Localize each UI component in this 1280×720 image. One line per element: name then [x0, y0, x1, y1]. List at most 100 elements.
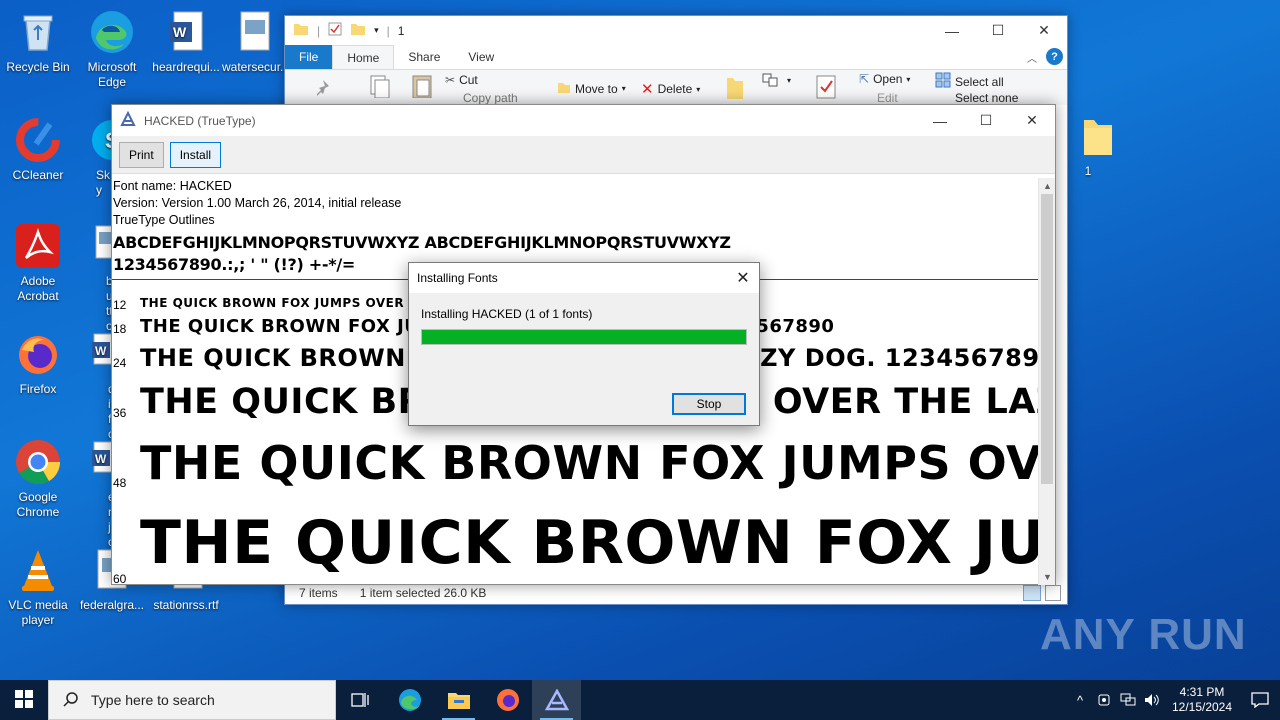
notification-icon[interactable]	[1240, 680, 1280, 720]
scroll-up-icon[interactable]: ▲	[1039, 178, 1056, 194]
large-icons-view-icon[interactable]	[1045, 585, 1061, 601]
clock[interactable]: 4:31 PM 12/15/2024	[1164, 685, 1240, 715]
anyrun-watermark: ANY RUN	[1040, 610, 1247, 660]
vlc-icon	[14, 546, 62, 594]
folder-icon	[1064, 112, 1112, 160]
chevron-down-icon: ▾	[621, 84, 626, 93]
select-none-button[interactable]: Select none	[935, 92, 1018, 104]
select-all-button[interactable]: Select all	[935, 72, 1004, 91]
details-view-icon[interactable]	[1023, 585, 1041, 601]
chevron-down-icon[interactable]: ▾	[374, 25, 379, 36]
font-version: Version: Version 1.00 March 26, 2014, in…	[113, 196, 402, 210]
desktop-icon-ccleaner[interactable]: CCleaner	[0, 116, 76, 183]
size-label: 18	[113, 322, 127, 336]
clock-date: 12/15/2024	[1171, 700, 1233, 714]
move-to-button[interactable]: Move to ▾	[557, 80, 626, 97]
stop-button[interactable]: Stop	[672, 393, 746, 415]
taskbar: Type here to search ^ 4:31 PM 12/15/2024	[0, 680, 1280, 720]
copy-path-button[interactable]: Copy path	[445, 92, 518, 104]
pin-icon[interactable]	[313, 78, 333, 98]
new-item-icon[interactable]: ▾	[761, 72, 791, 88]
progress-fill	[422, 330, 746, 344]
print-button[interactable]: Print	[119, 141, 164, 168]
sample-text: THE QUICK BROWN FOX JUMPS OVER THE LAZY …	[140, 508, 1040, 578]
chevron-up-icon[interactable]: ︿	[1027, 50, 1037, 65]
task-view-icon[interactable]	[336, 680, 385, 720]
close-icon[interactable]: ✕	[1009, 105, 1055, 136]
maximize-icon[interactable]: ☐	[963, 105, 1009, 136]
desktop-icon-google-chrome[interactable]: Google Chrome	[0, 438, 76, 520]
delete-button[interactable]: ✕ Delete ▾	[641, 80, 700, 98]
vertical-scrollbar[interactable]: ▲ ▼	[1038, 178, 1055, 585]
tab-home[interactable]: Home	[332, 45, 395, 69]
properties-icon[interactable]	[815, 74, 839, 100]
font-viewer-icon[interactable]	[532, 680, 581, 720]
desktop-icon-adobe-acrobat[interactable]: Adobe Acrobat	[0, 222, 76, 304]
svg-text:W: W	[95, 344, 107, 358]
font-viewer-icon	[120, 110, 136, 130]
sample-text: THE QUICK BROWN FOX JUMPS OVER THE LAZY …	[140, 436, 1040, 490]
desktop-icon-heardrequi[interactable]: W heardrequi...	[148, 8, 224, 75]
new-folder-icon[interactable]	[350, 22, 366, 39]
svg-text:W: W	[173, 24, 187, 40]
firefox-icon[interactable]	[483, 680, 532, 720]
scroll-down-icon[interactable]: ▼	[1039, 569, 1056, 585]
tab-file[interactable]: File	[285, 45, 333, 69]
ribbon-home: ✂ Cut Copy path Move to ▾ ✕ Delete ▾ ▾ ⇱ Open…	[285, 69, 1067, 105]
recycle-bin-icon	[14, 8, 62, 56]
install-button[interactable]: Install	[169, 141, 222, 168]
desktop-icon-recycle-bin[interactable]: Recycle Bin	[0, 8, 76, 75]
desktop-icon-skype[interactable]: S Sky	[74, 116, 114, 198]
delete-x-icon: ✕	[641, 81, 654, 98]
file-explorer-icon[interactable]	[434, 680, 483, 720]
selection-info: 1 item selected 26.0 KB	[359, 586, 487, 600]
open-button[interactable]: ⇱ Open ▾	[859, 72, 910, 86]
maximize-icon[interactable]: ☐	[975, 16, 1021, 45]
size-label: 60	[113, 572, 127, 585]
size-label: 24	[113, 356, 127, 370]
open-icon: ⇱	[859, 72, 870, 86]
chevron-down-icon: ▾	[696, 84, 701, 94]
cut-button[interactable]: ✂ Cut	[445, 73, 478, 87]
install-message: Installing HACKED (1 of 1 fonts)	[421, 307, 593, 321]
volume-icon[interactable]	[1140, 680, 1164, 720]
chevron-up-icon[interactable]: ^	[1068, 680, 1092, 720]
scissors-icon: ✂	[445, 73, 456, 87]
close-icon[interactable]: ✕	[727, 263, 759, 293]
scrollbar-thumb[interactable]	[1041, 194, 1053, 484]
desktop-icon-vlc[interactable]: VLC media player	[0, 546, 76, 628]
desktop-icon-microsoft-edge[interactable]: Microsoft Edge	[74, 8, 150, 90]
chevron-down-icon: ▾	[787, 75, 792, 85]
svg-text:W: W	[95, 452, 107, 466]
firefox-icon	[14, 330, 62, 378]
quick-access-toolbar: | ▾ | 1	[293, 22, 404, 39]
system-tray: ^ 4:31 PM 12/15/2024	[1068, 680, 1280, 720]
network-icon[interactable]	[1116, 680, 1140, 720]
security-icon[interactable]	[1092, 680, 1116, 720]
minimize-icon[interactable]: —	[929, 16, 975, 45]
properties-icon[interactable]	[328, 22, 342, 39]
desktop-icon-watersecur[interactable]: watersecur...	[222, 8, 284, 75]
start-button[interactable]	[0, 680, 48, 720]
paste-icon[interactable]	[411, 72, 433, 98]
minimize-icon[interactable]: —	[917, 105, 963, 136]
tab-view[interactable]: View	[454, 45, 508, 69]
new-folder-icon[interactable]	[725, 74, 745, 100]
alphabet-sample: ABCDEFGHIJKLMNOPQRSTUVWXYZ ABCDEFGHIJKLM…	[113, 233, 731, 252]
edge-icon[interactable]	[385, 680, 434, 720]
taskbar-search-box[interactable]: Type here to search	[48, 680, 336, 720]
desktop-icon-firefox[interactable]: Firefox	[0, 330, 76, 397]
search-placeholder: Type here to search	[91, 692, 215, 708]
tab-share[interactable]: Share	[394, 45, 454, 69]
font-viewer-toolbar: Print Install	[112, 136, 1055, 174]
edit-button[interactable]: Edit	[859, 92, 898, 104]
font-viewer-window-controls: — ☐ ✕	[917, 105, 1055, 136]
copy-icon[interactable]	[369, 74, 391, 98]
size-label: 36	[113, 406, 127, 420]
close-icon[interactable]: ✕	[1021, 16, 1067, 45]
move-to-icon	[557, 80, 571, 97]
help-icon[interactable]: ?	[1046, 48, 1063, 65]
font-outlines: TrueType Outlines	[113, 213, 215, 227]
font-viewer-title: HACKED (TrueType)	[144, 113, 256, 128]
chevron-down-icon: ▾	[906, 74, 911, 84]
